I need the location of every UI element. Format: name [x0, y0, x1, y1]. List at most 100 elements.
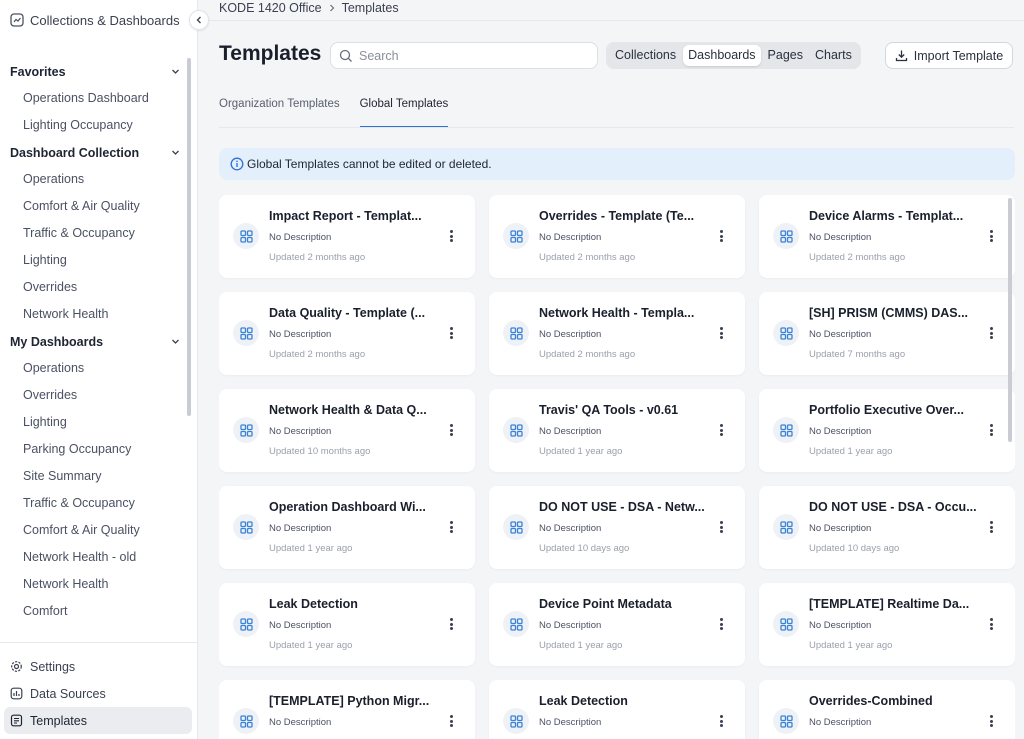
sidebar-section-my-dashboards[interactable]: My Dashboards: [0, 328, 198, 355]
sidebar-nav-templates[interactable]: Templates: [4, 707, 192, 734]
template-title[interactable]: [TEMPLATE] Python Migr...: [269, 694, 437, 708]
kebab-menu-icon[interactable]: [445, 617, 457, 631]
template-card[interactable]: Overrides - Template (Te... No Descriptio…: [489, 195, 745, 278]
sidebar-item-comfort-air-quality[interactable]: Comfort & Air Quality: [0, 517, 198, 544]
template-card[interactable]: [TEMPLATE] Python Migr... No Description: [219, 680, 475, 739]
tab-organization-templates[interactable]: Organization Templates: [219, 98, 340, 128]
template-icon-badge: [503, 708, 529, 734]
template-card[interactable]: [SH] PRISM (CMMS) DAS... No Description Up…: [759, 292, 1015, 375]
sidebar-item-network-health[interactable]: Network Health: [0, 571, 198, 598]
template-title[interactable]: Impact Report - Templat...: [269, 209, 437, 223]
template-card[interactable]: DO NOT USE - DSA - Netw... No Description…: [489, 486, 745, 569]
sidebar-item-lighting[interactable]: Lighting: [0, 247, 198, 274]
kebab-menu-icon[interactable]: [445, 326, 457, 340]
template-title[interactable]: Leak Detection: [539, 694, 707, 708]
search-box[interactable]: [330, 42, 598, 69]
kebab-menu-icon[interactable]: [715, 229, 727, 243]
template-card[interactable]: Network Health - Templa... No Description…: [489, 292, 745, 375]
sidebar-item-operations-dashboard[interactable]: Operations Dashboard: [0, 85, 198, 112]
template-updated: Updated 10 days ago: [809, 543, 900, 554]
sidebar-item-lighting-occupancy[interactable]: Lighting Occupancy: [0, 112, 198, 139]
template-title[interactable]: Network Health - Templa...: [539, 306, 707, 320]
template-title[interactable]: DO NOT USE - DSA - Occu...: [809, 500, 977, 514]
kebab-menu-icon[interactable]: [985, 520, 997, 534]
template-title[interactable]: [SH] PRISM (CMMS) DAS...: [809, 306, 977, 320]
template-card[interactable]: Data Quality - Template (... No Descripti…: [219, 292, 475, 375]
kebab-menu-icon[interactable]: [715, 520, 727, 534]
template-card[interactable]: Overrides-Combined No Description: [759, 680, 1015, 739]
template-title[interactable]: Data Quality - Template (...: [269, 306, 437, 320]
segment-dashboards[interactable]: Dashboards: [683, 45, 761, 66]
sidebar-item-overrides[interactable]: Overrides: [0, 382, 198, 409]
template-title[interactable]: Leak Detection: [269, 597, 437, 611]
template-title[interactable]: [TEMPLATE] Realtime Da...: [809, 597, 977, 611]
template-title[interactable]: Overrides-Combined: [809, 694, 977, 708]
template-title[interactable]: Device Point Metadata: [539, 597, 707, 611]
template-card[interactable]: Operation Dashboard Wi... No Description U…: [219, 486, 475, 569]
breadcrumb-site[interactable]: KODE 1420 Office: [219, 1, 322, 15]
sidebar-item-overrides[interactable]: Overrides: [0, 274, 198, 301]
tab-global-templates[interactable]: Global Templates: [359, 98, 448, 128]
sidebar-item-lighting[interactable]: Lighting: [0, 409, 198, 436]
template-card[interactable]: Leak Detection No Description: [489, 680, 745, 739]
sidebar-item-network-health[interactable]: Network Health: [0, 301, 198, 328]
sidebar-item-comfort[interactable]: Comfort: [0, 598, 198, 625]
kebab-menu-icon[interactable]: [445, 520, 457, 534]
template-card[interactable]: Network Health & Data Q... No Description…: [219, 389, 475, 472]
sidebar-scrollbar[interactable]: [187, 58, 191, 416]
kebab-menu-icon[interactable]: [445, 714, 457, 728]
segment-collections[interactable]: Collections: [610, 45, 681, 66]
kebab-menu-icon[interactable]: [715, 326, 727, 340]
collapse-sidebar-button[interactable]: [189, 10, 209, 30]
main-scrollbar[interactable]: [1008, 198, 1012, 442]
sidebar-item-traffic-occupancy[interactable]: Traffic & Occupancy: [0, 220, 198, 247]
template-description: No Description: [809, 620, 872, 631]
sidebar-item-comfort-air-quality[interactable]: Comfort & Air Quality: [0, 193, 198, 220]
template-title[interactable]: Portfolio Executive Over...: [809, 403, 977, 417]
segment-pages[interactable]: Pages: [763, 45, 808, 66]
sidebar-item-operations[interactable]: Operations: [0, 166, 198, 193]
segment-charts[interactable]: Charts: [810, 45, 857, 66]
template-icon-badge: [503, 320, 529, 346]
sidebar-item-parking-occupancy[interactable]: Parking Occupancy: [0, 436, 198, 463]
template-title[interactable]: Network Health & Data Q...: [269, 403, 437, 417]
template-title[interactable]: Device Alarms - Templat...: [809, 209, 977, 223]
sidebar-section-dashboard-collection[interactable]: Dashboard Collection: [0, 139, 198, 166]
sidebar-section-favorites[interactable]: Favorites: [0, 58, 198, 85]
template-card[interactable]: [TEMPLATE] Realtime Da... No Description U…: [759, 583, 1015, 666]
sidebar-nav-data-sources[interactable]: Data Sources: [4, 680, 192, 707]
kebab-menu-icon[interactable]: [985, 714, 997, 728]
kebab-menu-icon[interactable]: [985, 326, 997, 340]
search-input[interactable]: [359, 48, 579, 63]
kebab-menu-icon[interactable]: [985, 229, 997, 243]
kebab-menu-icon[interactable]: [445, 229, 457, 243]
template-card[interactable]: Impact Report - Templat... No Description…: [219, 195, 475, 278]
sidebar-item-network-health-old[interactable]: Network Health - old: [0, 544, 198, 571]
sidebar-nav-settings[interactable]: Settings: [4, 653, 192, 680]
template-card[interactable]: Portfolio Executive Over... No Descriptio…: [759, 389, 1015, 472]
template-card[interactable]: DO NOT USE - DSA - Occu... No Description…: [759, 486, 1015, 569]
template-title[interactable]: DO NOT USE - DSA - Netw...: [539, 500, 707, 514]
template-card[interactable]: Travis' QA Tools - v0.61 No Description Up…: [489, 389, 745, 472]
kebab-menu-icon[interactable]: [445, 423, 457, 437]
sidebar-item-traffic-occupancy[interactable]: Traffic & Occupancy: [0, 490, 198, 517]
template-description: No Description: [269, 329, 332, 340]
template-card[interactable]: Device Alarms - Templat... No Description…: [759, 195, 1015, 278]
info-banner: Global Templates cannot be edited or del…: [219, 148, 1015, 180]
collections-dashboards-nav[interactable]: Collections & Dashboards: [0, 0, 198, 42]
kebab-menu-icon[interactable]: [985, 617, 997, 631]
template-card[interactable]: Leak Detection No Description Updated 1 ye…: [219, 583, 475, 666]
template-title[interactable]: Operation Dashboard Wi...: [269, 500, 437, 514]
kebab-menu-icon[interactable]: [985, 423, 997, 437]
kebab-menu-icon[interactable]: [715, 617, 727, 631]
kebab-menu-icon[interactable]: [715, 423, 727, 437]
template-title[interactable]: Travis' QA Tools - v0.61: [539, 403, 707, 417]
import-template-button[interactable]: Import Template: [885, 42, 1013, 69]
sidebar-item-operations[interactable]: Operations: [0, 355, 198, 382]
sidebar-item-site-summary[interactable]: Site Summary: [0, 463, 198, 490]
template-card[interactable]: Device Point Metadata No Description Updat…: [489, 583, 745, 666]
kebab-menu-icon[interactable]: [715, 714, 727, 728]
template-title[interactable]: Overrides - Template (Te...: [539, 209, 707, 223]
dashboard-grid-icon: [779, 326, 793, 340]
template-description: No Description: [809, 232, 872, 243]
